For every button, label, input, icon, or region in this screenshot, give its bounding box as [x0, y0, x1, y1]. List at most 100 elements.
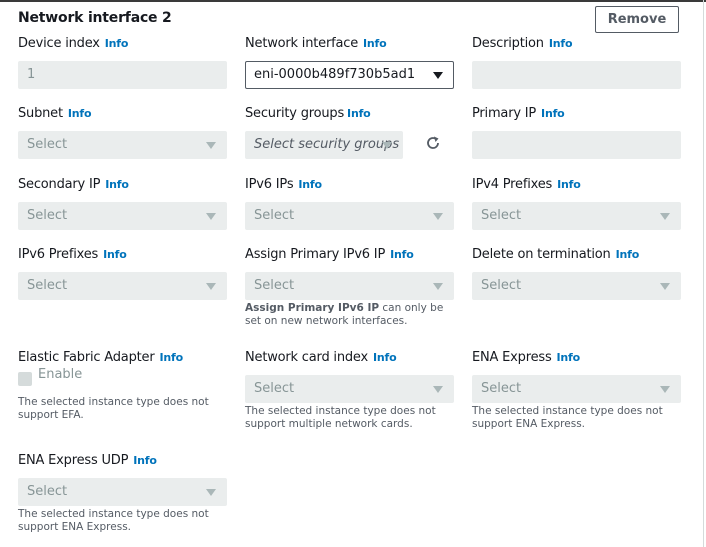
- assign-primary-ipv6-note: Assign Primary IPv6 IP can only be set o…: [245, 302, 460, 328]
- chevron-down-icon: [382, 142, 392, 149]
- description-label: Description: [472, 36, 544, 51]
- secondary-ip-value: Select: [27, 208, 68, 223]
- ipv6-prefixes-info-link[interactable]: Info: [103, 248, 127, 261]
- assign-primary-ipv6-field: Assign Primary IPv6 IP Info Select Assign…: [245, 246, 454, 327]
- security-groups-field: Security groups Info Select security grou…: [245, 105, 405, 159]
- ipv6-ips-label: IPv6 IPs: [245, 177, 294, 192]
- ena-express-select[interactable]: Select: [472, 375, 681, 403]
- network-interface-label: Network interface: [245, 36, 358, 51]
- ipv6-prefixes-label: IPv6 Prefixes: [18, 247, 99, 262]
- subnet-select[interactable]: Select: [18, 131, 227, 159]
- primary-ip-input[interactable]: [472, 131, 681, 159]
- description-input[interactable]: [472, 61, 681, 89]
- secondary-ip-label: Secondary IP: [18, 177, 101, 192]
- subnet-value: Select: [27, 137, 68, 152]
- network-interface-field: Network interface Info eni-0000b489f730b5…: [245, 35, 454, 89]
- efa-label: Elastic Fabric Adapter: [18, 350, 155, 365]
- ena-express-udp-label: ENA Express UDP: [18, 453, 129, 468]
- subnet-label: Subnet: [18, 106, 63, 121]
- ipv6-ips-info-link[interactable]: Info: [298, 178, 322, 191]
- description-field: Description Info: [472, 35, 681, 89]
- delete-on-termination-value: Select: [481, 278, 522, 293]
- ipv6-ips-value: Select: [254, 208, 295, 223]
- network-interface-select[interactable]: eni-0000b489f730b5ad1: [245, 61, 454, 89]
- ipv4-prefixes-select[interactable]: Select: [472, 202, 681, 230]
- device-index-info-link[interactable]: Info: [105, 37, 129, 50]
- device-index-label: Device index: [18, 36, 100, 51]
- section-title: Network interface 2: [18, 10, 172, 26]
- security-groups-info-link[interactable]: Info: [347, 107, 371, 120]
- network-interface-value: eni-0000b489f730b5ad1: [254, 67, 416, 82]
- ena-express-udp-value: Select: [27, 484, 68, 499]
- subnet-info-link[interactable]: Info: [68, 107, 92, 120]
- assign-primary-ipv6-label: Assign Primary IPv6 IP: [245, 247, 386, 262]
- chevron-down-icon: [433, 213, 443, 220]
- network-card-index-field: Network card index Info Select The select…: [245, 349, 454, 430]
- secondary-ip-select[interactable]: Select: [18, 202, 227, 230]
- primary-ip-label: Primary IP: [472, 106, 537, 121]
- ena-express-udp-info-link[interactable]: Info: [133, 454, 157, 467]
- delete-on-termination-select[interactable]: Select: [472, 272, 681, 300]
- ena-express-udp-field: ENA Express UDP Info Select The selected …: [18, 452, 227, 533]
- efa-info-link[interactable]: Info: [159, 351, 183, 364]
- efa-enable-checkbox[interactable]: [18, 372, 32, 386]
- network-interface-info-link[interactable]: Info: [363, 37, 387, 50]
- efa-field: Elastic Fabric Adapter Info Enable The se…: [18, 349, 227, 421]
- ipv4-prefixes-value: Select: [481, 208, 522, 223]
- ipv6-prefixes-field: IPv6 Prefixes Info Select: [18, 246, 227, 300]
- delete-on-termination-info-link[interactable]: Info: [616, 248, 640, 261]
- top-border: [0, 0, 706, 2]
- chevron-down-icon: [206, 213, 216, 220]
- chevron-down-icon: [433, 386, 443, 393]
- ipv4-prefixes-info-link[interactable]: Info: [557, 178, 581, 191]
- ena-express-udp-note: The selected instance type does not supp…: [18, 508, 209, 533]
- security-groups-label: Security groups: [245, 106, 345, 121]
- ena-express-info-link[interactable]: Info: [557, 351, 581, 364]
- delete-on-termination-label: Delete on termination: [472, 247, 611, 262]
- efa-enable-label: Enable: [38, 367, 83, 382]
- ena-express-udp-select[interactable]: Select: [18, 478, 227, 506]
- chevron-down-icon: [660, 283, 670, 290]
- assign-primary-ipv6-select[interactable]: Select: [245, 272, 454, 300]
- chevron-down-icon: [660, 213, 670, 220]
- secondary-ip-field: Secondary IP Info Select: [18, 176, 227, 230]
- device-index-field: Device index Info 1: [18, 35, 227, 89]
- ipv6-ips-select[interactable]: Select: [245, 202, 454, 230]
- chevron-down-icon: [206, 142, 216, 149]
- chevron-down-icon: [433, 72, 443, 79]
- security-groups-value: Select security groups: [254, 137, 400, 152]
- chevron-down-icon: [433, 283, 443, 290]
- ena-express-note: The selected instance type does not supp…: [472, 405, 663, 430]
- ipv6-prefixes-value: Select: [27, 278, 68, 293]
- primary-ip-field: Primary IP Info: [472, 105, 681, 159]
- network-card-index-info-link[interactable]: Info: [373, 351, 397, 364]
- ena-express-label: ENA Express: [472, 350, 552, 365]
- ipv6-prefixes-select[interactable]: Select: [18, 272, 227, 300]
- ipv6-ips-field: IPv6 IPs Info Select: [245, 176, 454, 230]
- refresh-icon[interactable]: [424, 134, 442, 152]
- chevron-down-icon: [206, 283, 216, 290]
- ipv4-prefixes-label: IPv4 Prefixes: [472, 177, 553, 192]
- network-card-index-value: Select: [254, 381, 295, 396]
- network-card-index-note: The selected instance type does not supp…: [245, 405, 436, 430]
- assign-primary-ipv6-value: Select: [254, 278, 295, 293]
- primary-ip-info-link[interactable]: Info: [541, 107, 565, 120]
- efa-note: The selected instance type does not supp…: [18, 396, 209, 421]
- network-card-index-label: Network card index: [245, 350, 368, 365]
- ena-express-value: Select: [481, 381, 522, 396]
- device-index-input[interactable]: 1: [18, 61, 227, 89]
- security-groups-select[interactable]: Select security groups: [245, 131, 403, 159]
- remove-button[interactable]: Remove: [595, 6, 679, 33]
- right-border: [703, 0, 704, 547]
- description-info-link[interactable]: Info: [549, 37, 573, 50]
- assign-primary-ipv6-info-link[interactable]: Info: [390, 248, 414, 261]
- assign-primary-ipv6-note-bold: Assign Primary IPv6 IP: [245, 302, 380, 314]
- chevron-down-icon: [206, 489, 216, 496]
- chevron-down-icon: [660, 386, 670, 393]
- network-card-index-select[interactable]: Select: [245, 375, 454, 403]
- delete-on-termination-field: Delete on termination Info Select: [472, 246, 681, 300]
- ipv4-prefixes-field: IPv4 Prefixes Info Select: [472, 176, 681, 230]
- ena-express-field: ENA Express Info Select The selected inst…: [472, 349, 681, 430]
- secondary-ip-info-link[interactable]: Info: [105, 178, 129, 191]
- subnet-field: Subnet Info Select: [18, 105, 227, 159]
